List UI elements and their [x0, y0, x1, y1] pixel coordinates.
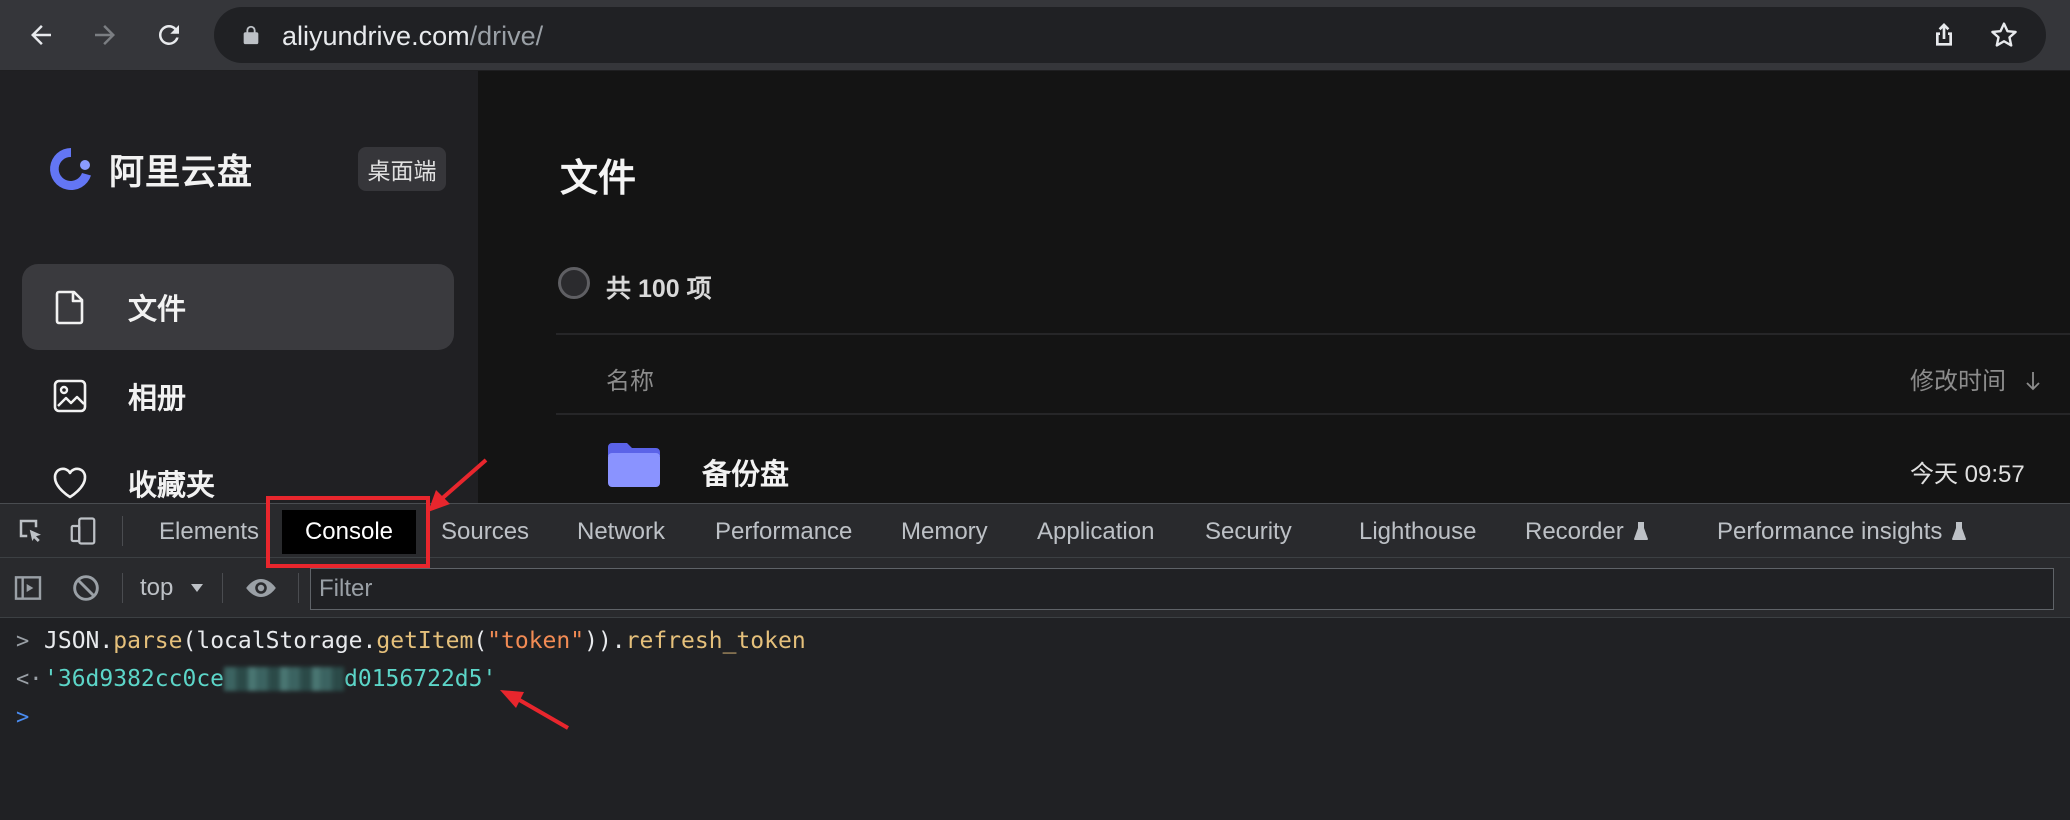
result-end: d0156722d5' — [344, 666, 497, 692]
live-expression-eye-icon[interactable] — [243, 572, 279, 604]
result-start: '36d9382cc0ce — [44, 666, 225, 692]
code-token: JSON. — [44, 628, 114, 654]
star-icon[interactable] — [1988, 19, 2020, 51]
tab-performance-insights[interactable]: Performance insights — [1717, 518, 1967, 546]
page-title: 文件 — [560, 158, 637, 200]
divider — [556, 333, 2070, 335]
back-button[interactable] — [16, 10, 66, 60]
arrow-right-icon — [95, 25, 115, 45]
brand[interactable]: 阿里云盘 — [45, 143, 253, 195]
lock-icon — [243, 25, 259, 45]
sidebar-item-album[interactable]: 相册 — [22, 353, 454, 439]
separator — [222, 573, 223, 603]
sort-arrow-down-icon — [2026, 372, 2040, 391]
photo-icon — [53, 379, 87, 413]
brand-name: 阿里云盘 — [109, 152, 254, 192]
console-prompt-icon: > — [16, 704, 30, 730]
column-header-modified[interactable]: 修改时间 — [1910, 361, 2041, 396]
tab-network[interactable]: Network — [577, 518, 665, 546]
code-token: )). — [584, 628, 626, 654]
console-input-line: > JSON. parse (localStorage. getItem("token… — [0, 622, 2070, 660]
redacted-token-blur — [224, 667, 345, 691]
code-token: refresh_token — [625, 628, 806, 654]
heart-icon — [53, 467, 87, 499]
console-output: > JSON. parse (localStorage. getItem("token… — [0, 618, 2070, 820]
file-name[interactable]: 备份盘 — [702, 451, 789, 493]
main-content: 文件 共 100 项 名称 修改时间 备份盘 今天 09:57 — [478, 71, 2070, 503]
divider — [556, 413, 2070, 415]
share-icon[interactable] — [1928, 19, 1960, 51]
url-text[interactable]: aliyundrive.com/drive/ — [282, 21, 543, 52]
tab-sources[interactable]: Sources — [441, 518, 529, 546]
dropdown-triangle-icon — [191, 584, 204, 592]
tab-application[interactable]: Application — [1037, 518, 1154, 546]
clear-console-icon[interactable] — [70, 572, 102, 604]
arrow-left-icon — [31, 25, 51, 45]
separator — [122, 573, 123, 603]
folder-icon — [608, 443, 660, 487]
reload-button[interactable] — [144, 10, 194, 60]
tab-label: Performance insights — [1717, 518, 1943, 545]
tab-security[interactable]: Security — [1205, 518, 1292, 546]
sidebar-item-favorites[interactable]: 收藏夹 — [22, 440, 454, 503]
sidebar-item-label: 相册 — [128, 383, 187, 415]
separator — [298, 573, 299, 603]
tab-performance[interactable]: Performance — [715, 518, 852, 546]
input-prompt-icon: > — [16, 628, 30, 654]
console-filter-input[interactable] — [310, 568, 2054, 610]
code-token: parse — [113, 628, 183, 654]
code-token: getItem — [376, 628, 474, 654]
browser-toolbar: aliyundrive.com/drive/ — [0, 0, 2070, 71]
tab-memory[interactable]: Memory — [901, 518, 988, 546]
column-header-name[interactable]: 名称 — [606, 361, 654, 396]
console-prompt-line[interactable]: > — [0, 698, 2070, 736]
inspect-element-icon[interactable] — [16, 516, 46, 546]
tab-recorder[interactable]: Recorder — [1525, 518, 1648, 546]
console-result-line[interactable]: <· '36d9382cc0ce d0156722d5' — [0, 660, 2070, 698]
tab-elements[interactable]: Elements — [159, 518, 259, 546]
sidebar: 阿里云盘 桌面端 文件 相册 收藏夹 — [0, 71, 478, 503]
tab-label: Recorder — [1525, 518, 1624, 545]
result-prompt-icon: <· — [16, 666, 43, 692]
forward-button[interactable] — [80, 10, 130, 60]
url-host: aliyundrive.com — [282, 21, 470, 51]
tab-lighthouse[interactable]: Lighthouse — [1359, 518, 1476, 546]
experimental-flask-icon — [1633, 522, 1648, 540]
context-value: top — [140, 574, 174, 601]
item-count: 共 100 项 — [606, 275, 712, 303]
file-icon — [55, 290, 84, 325]
address-bar[interactable]: aliyundrive.com/drive/ — [214, 7, 2046, 63]
experimental-flask-icon — [1952, 522, 1967, 540]
file-modified-time: 今天 09:57 — [1910, 461, 2025, 488]
separator — [122, 516, 123, 546]
code-token: ( — [473, 628, 488, 654]
execution-context-select[interactable]: top — [140, 574, 204, 602]
reload-icon — [158, 24, 179, 45]
sidebar-item-label: 收藏夹 — [128, 470, 216, 502]
code-token: "token" — [487, 628, 585, 654]
aliyundrive-app: 阿里云盘 桌面端 文件 相册 收藏夹 文件 共 100 项 名称 修改时间 备份… — [0, 71, 2070, 503]
aliyundrive-logo-icon — [50, 148, 91, 190]
select-all-checkbox[interactable] — [558, 267, 590, 299]
sidebar-item-files[interactable]: 文件 — [22, 264, 454, 350]
device-toolbar-icon[interactable] — [68, 516, 98, 546]
annotation-highlight-box — [266, 496, 430, 568]
code-token: (localStorage. — [182, 628, 377, 654]
sidebar-item-label: 文件 — [128, 294, 187, 326]
column-header-label: 修改时间 — [1910, 368, 2006, 395]
show-sidebar-icon[interactable] — [12, 572, 44, 604]
desktop-app-button[interactable]: 桌面端 — [358, 147, 446, 191]
url-path: /drive/ — [469, 21, 544, 51]
